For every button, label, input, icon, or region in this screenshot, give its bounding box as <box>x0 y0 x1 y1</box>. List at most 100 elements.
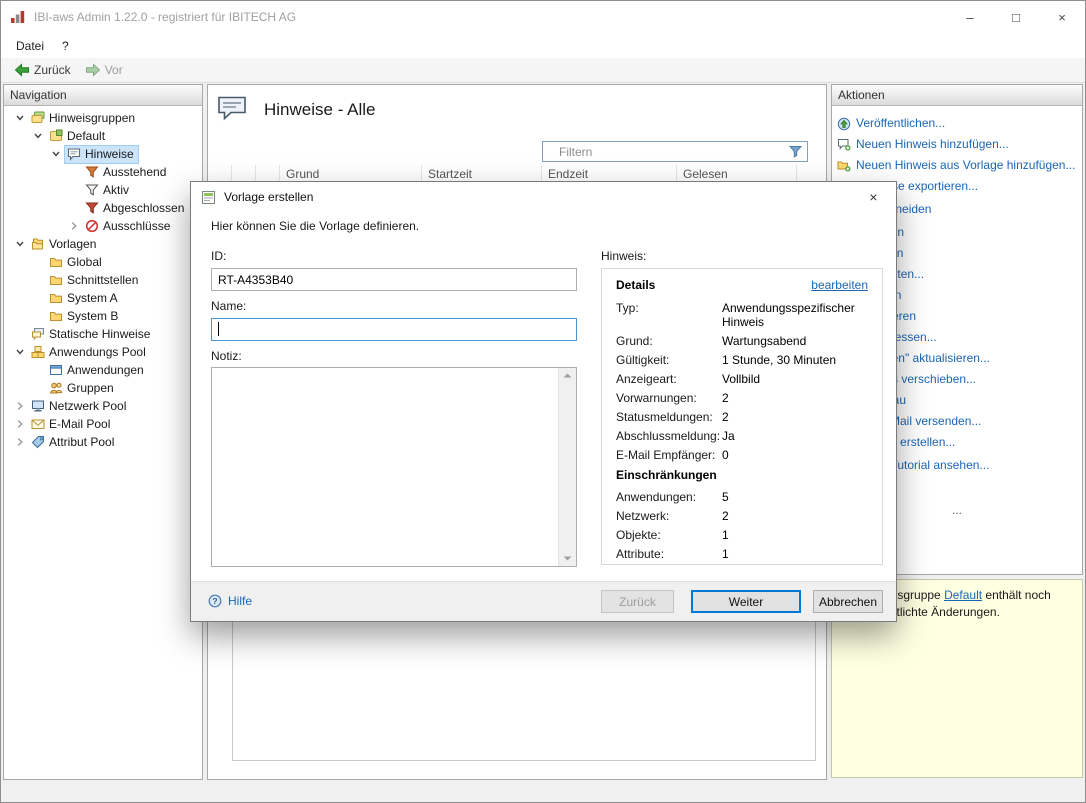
tree-item-label: Hinweisgruppen <box>49 111 136 125</box>
tree-item-label: Anwendungen <box>67 363 144 377</box>
statisch-icon <box>30 327 46 342</box>
action-veröffentlichen[interactable]: Veröffentlichen... <box>836 116 1078 131</box>
tree-item-e-mail-pool[interactable]: E-Mail Pool <box>4 415 202 433</box>
tree-item-label: Aktiv <box>103 183 130 197</box>
tree-item-label: System A <box>67 291 118 305</box>
menu-datei[interactable]: Datei <box>7 36 53 56</box>
detail-row-netzwerk: Netzwerk: 2 <box>616 509 868 523</box>
tree-item-attribut-pool[interactable]: Attribut Pool <box>4 433 202 451</box>
detail-row-anzeigeart: Anzeigeart: Vollbild <box>616 372 868 386</box>
ordner-icon <box>48 255 64 270</box>
tree-item-system-a[interactable]: System A <box>4 289 202 307</box>
back-button[interactable]: Zurück <box>7 61 78 80</box>
detail-value: 2 <box>722 391 729 405</box>
name-label: Name: <box>211 299 247 313</box>
tree-item-label: Attribut Pool <box>49 435 115 449</box>
menu-help[interactable]: ? <box>53 36 78 56</box>
tree-item-netzwerk-pool[interactable]: Netzwerk Pool <box>4 397 202 415</box>
add-icon <box>836 137 852 152</box>
notiz-scrollbar[interactable] <box>558 368 576 566</box>
tree-item-core: E-Mail Pool <box>28 415 115 434</box>
tree-item-core: Gruppen <box>46 379 119 398</box>
maximize-button[interactable]: □ <box>993 1 1039 33</box>
bearbeiten-link[interactable]: bearbeiten <box>811 278 868 292</box>
tree-item-core: System A <box>46 289 123 308</box>
name-input[interactable] <box>211 318 577 341</box>
id-input[interactable] <box>211 268 577 291</box>
tree-item-aktiv[interactable]: Aktiv <box>4 181 202 199</box>
tree-item-core: Ausschlüsse <box>82 217 175 236</box>
tree-item-default[interactable]: Default <box>4 127 202 145</box>
detail-label: Grund: <box>616 334 653 348</box>
tree-item-vorlagen[interactable]: Vorlagen <box>4 235 202 253</box>
scroll-up-icon[interactable] <box>559 368 576 383</box>
detail-label: Vorwarnungen: <box>616 391 697 405</box>
detail-value: 0 <box>722 448 729 462</box>
chevron-right-icon <box>12 399 28 414</box>
detail-row-typ: Typ: Anwendungsspezifischer Hinweis <box>616 301 868 329</box>
app-logo-icon <box>10 10 26 25</box>
tree-item-core: Abgeschlossen <box>82 199 189 218</box>
restriction-rows: Anwendungen: 5 Netzwerk: 2 Objekte: 1 Attribut… <box>616 490 868 561</box>
tree-item-label: Ausstehend <box>103 165 167 179</box>
tree-item-schnittstellen[interactable]: Schnittstellen <box>4 271 202 289</box>
weiter-button[interactable]: Weiter <box>691 590 801 613</box>
detail-label: Attribute: <box>616 547 665 561</box>
ordner-icon <box>48 273 64 288</box>
minimize-button[interactable]: – <box>947 1 993 33</box>
filter-input[interactable] <box>543 143 787 160</box>
tree-item-label: Global <box>67 255 102 269</box>
tree-item-abgeschlossen[interactable]: Abgeschlossen <box>4 199 202 217</box>
dialog-close-button[interactable]: × <box>851 182 896 212</box>
ordner-icon <box>48 291 64 306</box>
tree-item-label: Anwendungs Pool <box>49 345 146 359</box>
tree-item-ausschlüsse[interactable]: Ausschlüsse <box>4 217 202 235</box>
action-neuen-hinweis-hinzufügen[interactable]: Neuen Hinweis hinzufügen... <box>836 137 1078 152</box>
tree-item-label: System B <box>67 309 119 323</box>
detail-value: Ja <box>722 429 735 443</box>
detail-row-gültigkeit: Gültigkeit: 1 Stunde, 30 Minuten <box>616 353 868 367</box>
navigation-header: Navigation <box>4 85 202 106</box>
actions-header: Aktionen <box>832 85 1082 106</box>
notiz-textarea[interactable] <box>211 367 577 567</box>
tree-item-label: Statische Hinweise <box>49 327 151 341</box>
detail-label: Anwendungen: <box>616 490 697 504</box>
tree-item-hinweisgruppen[interactable]: Hinweisgruppen <box>4 109 202 127</box>
tree-item-anwendungs-pool[interactable]: Anwendungs Pool <box>4 343 202 361</box>
tree-item-global[interactable]: Global <box>4 253 202 271</box>
pool-icon <box>30 345 46 360</box>
detail-row-abschlussmeldung: Abschlussmeldung: Ja <box>616 429 868 443</box>
nav-tree: Hinweisgruppen Default Hinweise Ausstehend A… <box>4 106 202 451</box>
id-label: ID: <box>211 249 227 263</box>
tree-item-statische-hinweise[interactable]: Statische Hinweise <box>4 325 202 343</box>
scroll-down-icon[interactable] <box>559 551 576 566</box>
vorlage-erstellen-dialog: Vorlage erstellen × Hier können Sie die … <box>190 181 897 622</box>
tree-item-gruppen[interactable]: Gruppen <box>4 379 202 397</box>
menubar: Datei ? <box>1 33 1085 58</box>
hinweis-icon <box>66 147 82 162</box>
abbrechen-button[interactable]: Abbrechen <box>813 590 883 613</box>
tree-item-core: Attribut Pool <box>28 433 119 452</box>
close-button[interactable]: × <box>1039 1 1085 33</box>
help-label: Hilfe <box>228 593 253 608</box>
chevron-down-icon <box>12 111 28 126</box>
tree-item-system-b[interactable]: System B <box>4 307 202 325</box>
notice-default-link[interactable]: Default <box>944 588 982 602</box>
tree-item-core: Schnittstellen <box>46 271 143 290</box>
filter-funnel-icon[interactable] <box>787 144 803 159</box>
help-link[interactable]: ? Hilfe <box>207 593 252 608</box>
action-neuen-hinweis-aus-vorlage-hinzufügen[interactable]: Neuen Hinweis aus Vorlage hinzufügen... <box>836 158 1078 173</box>
chevron-down-icon <box>12 345 28 360</box>
tree-item-core: Ausstehend <box>82 163 171 182</box>
tree-item-anwendungen[interactable]: Anwendungen <box>4 361 202 379</box>
add-vorlage-icon <box>836 158 852 173</box>
tree-item-core: Statische Hinweise <box>28 325 155 344</box>
tree-item-hinweise[interactable]: Hinweise <box>4 144 202 164</box>
tree-item-ausstehend[interactable]: Ausstehend <box>4 163 202 181</box>
